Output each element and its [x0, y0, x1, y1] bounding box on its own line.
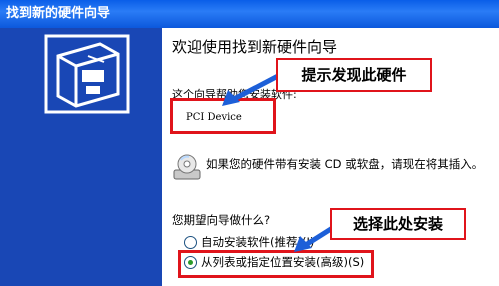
option-highlight-box: [178, 250, 374, 278]
hardware-wizard-icon: [44, 34, 130, 114]
wizard-sidebar: [0, 28, 162, 286]
window-title: 找到新的硬件向导: [0, 0, 499, 28]
callout-select-install: 选择此处安装: [330, 208, 466, 240]
page-title: 欢迎使用找到新硬件向导: [172, 38, 338, 56]
radio-auto-install[interactable]: [184, 235, 197, 249]
wizard-question: 您期望向导做什么?: [172, 213, 271, 227]
callout-found-hardware: 提示发现此硬件: [276, 58, 432, 92]
cd-insert-hint: 如果您的硬件带有安装 CD 或软盘，请现在将其插入。: [206, 157, 484, 171]
cd-drive-icon: [173, 154, 201, 180]
arrow-to-device: [222, 73, 280, 106]
